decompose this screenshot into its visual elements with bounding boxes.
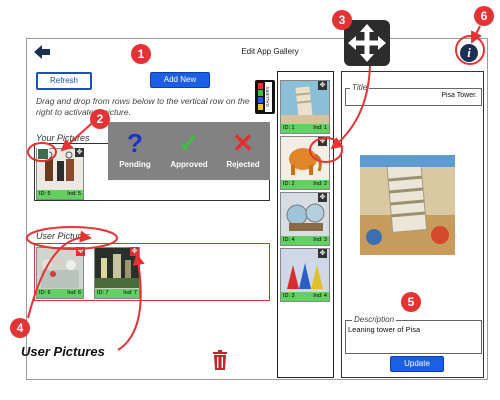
callout-5: 5 [401, 292, 421, 312]
callout-1: 1 [131, 44, 151, 64]
annotation-arrows [26, 25, 485, 351]
callout-6: 6 [474, 6, 494, 26]
callout-3: 3 [332, 10, 352, 30]
user-pictures-annotation: User Pictures [21, 344, 105, 359]
callout-4: 4 [10, 318, 30, 338]
callout-2: 2 [90, 109, 110, 129]
